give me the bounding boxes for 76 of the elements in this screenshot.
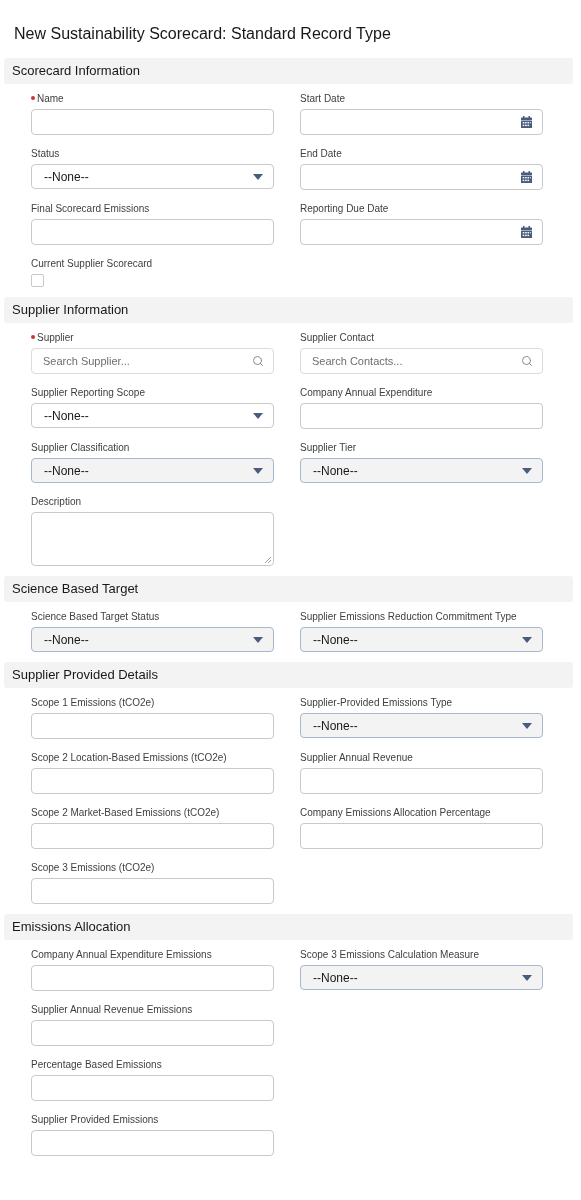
field-label: Supplier Emissions Reduction Commitment Type — [300, 611, 517, 623]
field-label: Reporting Due Date — [300, 203, 389, 215]
field-label: Company Annual Expenditure — [300, 387, 433, 399]
field-label: Percentage Based Emissions — [31, 1059, 162, 1071]
text-field[interactable] — [31, 823, 274, 849]
dropdown[interactable]: --None-- — [31, 164, 274, 189]
field-label: Name — [37, 93, 64, 105]
date-field[interactable] — [300, 219, 543, 245]
text-field[interactable] — [31, 878, 274, 904]
field-label: Scope 2 Market-Based Emissions (tCO2e) — [31, 807, 220, 819]
text-field[interactable] — [31, 1130, 274, 1156]
caret-icon — [253, 412, 263, 419]
field-label: Supplier Reporting Scope — [31, 387, 145, 399]
section-header: Scorecard Information — [4, 58, 573, 84]
dropdown[interactable]: --None-- — [300, 965, 543, 990]
field-label: Current Supplier Scorecard — [31, 258, 153, 270]
field-label: Description — [31, 496, 82, 508]
caret-icon — [522, 974, 532, 981]
field-label: Company Emissions Allocation Percentage — [300, 807, 491, 819]
dropdown[interactable]: --None-- — [300, 458, 543, 483]
caret-icon — [522, 467, 532, 474]
date-field[interactable] — [300, 109, 543, 135]
caret-icon — [253, 636, 263, 643]
field-label: End Date — [300, 148, 342, 160]
section-header: Supplier Provided Details — [4, 662, 573, 688]
resize-grip-icon — [265, 557, 271, 563]
calendar-icon — [521, 171, 532, 183]
date-field[interactable] — [300, 164, 543, 190]
caret-icon — [522, 722, 532, 729]
page-title: New Sustainability Scorecard: Standard Record Type — [14, 24, 391, 44]
field-label: Supplier Classification — [31, 442, 130, 454]
field-label: Science Based Target Status — [31, 611, 160, 623]
field-label: Company Annual Expenditure Emissions — [31, 949, 212, 961]
field-label: Scope 1 Emissions (tCO2e) — [31, 697, 155, 709]
dropdown[interactable]: --None-- — [300, 627, 543, 652]
caret-icon — [253, 467, 263, 474]
field-label: Scope 3 Emissions (tCO2e) — [31, 862, 155, 874]
dropdown[interactable]: --None-- — [300, 713, 543, 738]
search-field[interactable]: Search Supplier... — [31, 348, 274, 374]
field-label: Supplier Contact — [300, 332, 374, 344]
text-field[interactable] — [31, 1020, 274, 1046]
text-field[interactable] — [300, 823, 543, 849]
field-label: Supplier — [37, 332, 74, 344]
dropdown[interactable]: --None-- — [31, 627, 274, 652]
search-icon — [252, 355, 264, 367]
section-header: Supplier Information — [4, 297, 573, 323]
text-field[interactable] — [31, 109, 274, 135]
section-header: Emissions Allocation — [4, 914, 573, 940]
text-field[interactable] — [31, 219, 274, 245]
field-label: Scope 3 Emissions Calculation Measure — [300, 949, 479, 961]
text-area[interactable] — [31, 512, 274, 566]
text-field[interactable] — [300, 403, 543, 429]
field-label: Final Scorecard Emissions — [31, 203, 150, 215]
text-field[interactable] — [31, 965, 274, 991]
checkbox[interactable] — [31, 274, 44, 287]
text-field[interactable] — [31, 768, 274, 794]
calendar-icon — [521, 226, 532, 238]
caret-icon — [522, 636, 532, 643]
field-label: Supplier Provided Emissions — [31, 1114, 159, 1126]
field-label: Start Date — [300, 93, 346, 105]
text-field[interactable] — [31, 713, 274, 739]
search-field[interactable]: Search Contacts... — [300, 348, 543, 374]
field-label: Supplier Annual Revenue — [300, 752, 413, 764]
field-label: Status — [31, 148, 60, 160]
section-header: Science Based Target — [4, 576, 573, 602]
field-label: Supplier Tier — [300, 442, 357, 454]
dropdown[interactable]: --None-- — [31, 403, 274, 428]
search-icon — [521, 355, 533, 367]
dropdown[interactable]: --None-- — [31, 458, 274, 483]
field-label: Scope 2 Location-Based Emissions (tCO2e) — [31, 752, 227, 764]
text-field[interactable] — [300, 768, 543, 794]
field-label: Supplier Annual Revenue Emissions — [31, 1004, 193, 1016]
caret-icon — [253, 173, 263, 180]
field-label: Supplier-Provided Emissions Type — [300, 697, 453, 709]
calendar-icon — [521, 116, 532, 128]
text-field[interactable] — [31, 1075, 274, 1101]
